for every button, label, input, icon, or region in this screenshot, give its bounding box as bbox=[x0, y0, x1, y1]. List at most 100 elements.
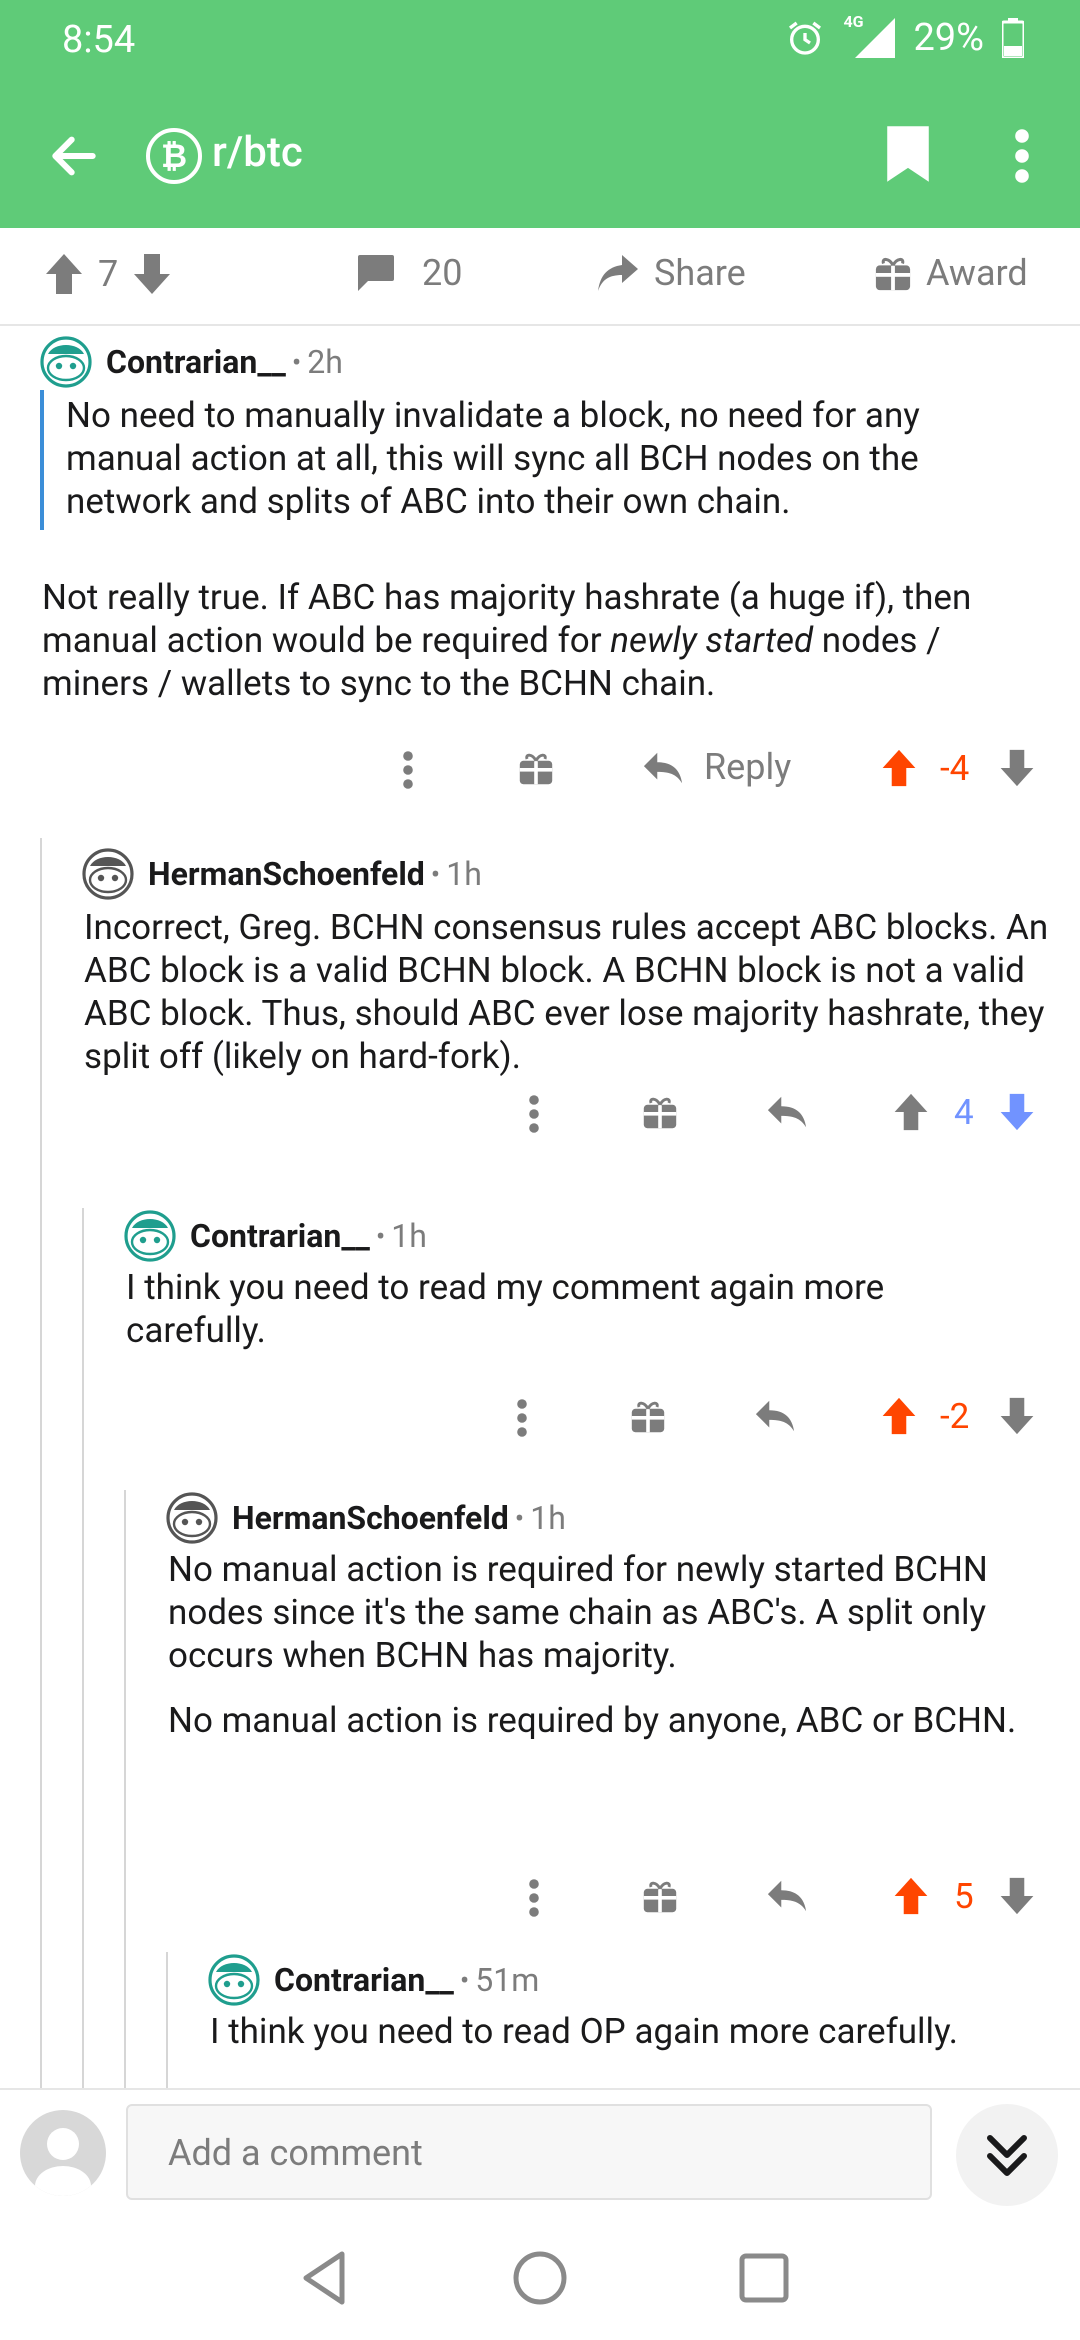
separator-dot: • bbox=[430, 857, 441, 891]
upvote-icon[interactable] bbox=[880, 1396, 918, 1436]
separator-dot: • bbox=[459, 1963, 470, 1997]
gift-icon[interactable] bbox=[642, 1094, 678, 1130]
comment-score: -2 bbox=[940, 1396, 970, 1437]
status-time: 8:54 bbox=[62, 18, 136, 62]
gift-icon[interactable] bbox=[630, 1398, 666, 1434]
comment-text-emphasis: newly started bbox=[610, 620, 814, 661]
more-options-icon[interactable] bbox=[526, 1094, 542, 1134]
add-comment-input[interactable]: Add a comment bbox=[126, 2104, 932, 2200]
battery-level: 29% bbox=[913, 16, 984, 60]
comment-score: -4 bbox=[940, 748, 970, 789]
reply-button[interactable]: Reply bbox=[704, 746, 791, 788]
comment-paragraph: No manual action is required for newly s… bbox=[168, 1549, 988, 1676]
avatar[interactable] bbox=[40, 336, 92, 388]
post-vote-group: 7 bbox=[44, 252, 172, 296]
subreddit-name[interactable]: r/btc bbox=[212, 128, 303, 177]
comment-paragraph: No manual action is required by anyone, … bbox=[168, 1700, 1017, 1741]
gift-icon[interactable] bbox=[518, 750, 554, 786]
comment-body: Not really true. If ABC has majority has… bbox=[42, 576, 1042, 705]
avatar[interactable] bbox=[82, 848, 134, 900]
comment-author[interactable]: HermanSchoenfeld bbox=[232, 1499, 509, 1537]
status-icons: 4G 29% bbox=[785, 12, 1024, 60]
comment-actions: 5 bbox=[0, 1868, 1080, 1928]
downvote-icon[interactable] bbox=[998, 1092, 1036, 1132]
comment-score: 4 bbox=[954, 1092, 974, 1133]
comment-meta: Contrarian__ • 2h bbox=[40, 336, 343, 388]
double-chevron-down-icon bbox=[987, 2135, 1027, 2176]
comment-score: 5 bbox=[954, 1876, 974, 1917]
more-options-icon[interactable] bbox=[526, 1878, 542, 1918]
reply-icon[interactable] bbox=[642, 750, 684, 786]
avatar[interactable] bbox=[166, 1492, 218, 1544]
downvote-icon[interactable] bbox=[998, 748, 1036, 788]
upvote-icon[interactable] bbox=[892, 1092, 930, 1132]
reply-icon[interactable] bbox=[766, 1094, 808, 1130]
upvote-icon[interactable] bbox=[880, 748, 918, 788]
upvote-icon[interactable] bbox=[44, 252, 84, 296]
post-action-bar: 7 20 Share Award bbox=[0, 228, 1080, 326]
comment-author[interactable]: Contrarian__ bbox=[106, 343, 286, 381]
comment-4: HermanSchoenfeld • 1h No manual action i… bbox=[0, 1492, 1080, 1932]
comment-thread: Contrarian__ • 2h No need to manually in… bbox=[0, 328, 1080, 2088]
downvote-icon[interactable] bbox=[998, 1396, 1036, 1436]
comment-age: 51m bbox=[475, 1961, 540, 1999]
avatar[interactable] bbox=[208, 1954, 260, 2006]
reply-icon[interactable] bbox=[766, 1878, 808, 1914]
nav-back-icon[interactable] bbox=[294, 2248, 354, 2308]
nav-recents-icon[interactable] bbox=[734, 2248, 794, 2308]
comment-body: Incorrect, Greg. BCHN consensus rules ac… bbox=[84, 907, 1049, 1077]
alarm-icon bbox=[789, 21, 822, 55]
award-button[interactable]: Award bbox=[874, 252, 1028, 294]
award-label: Award bbox=[926, 252, 1028, 294]
comment-actions: 4 bbox=[0, 1084, 1080, 1144]
gift-icon[interactable] bbox=[642, 1878, 678, 1914]
comment-author[interactable]: HermanSchoenfeld bbox=[148, 855, 425, 893]
comment-author[interactable]: Contrarian__ bbox=[274, 1961, 454, 1999]
signal-icon: 4G bbox=[843, 12, 896, 58]
bookmark-icon[interactable] bbox=[884, 124, 932, 184]
quoted-text: No need to manually invalidate a block, … bbox=[66, 395, 920, 522]
post-comments-button[interactable]: 20 bbox=[354, 252, 462, 294]
separator-dot: • bbox=[514, 1501, 525, 1535]
comment-icon bbox=[358, 255, 394, 291]
share-icon bbox=[598, 255, 638, 291]
nav-home-icon[interactable] bbox=[510, 2248, 570, 2308]
avatar[interactable] bbox=[124, 1210, 176, 1262]
share-label: Share bbox=[654, 252, 746, 294]
subreddit-icon[interactable]: ₿ bbox=[146, 128, 202, 184]
downvote-icon[interactable] bbox=[998, 1876, 1036, 1916]
comment-author[interactable]: Contrarian__ bbox=[190, 1217, 370, 1255]
app-header: 8:54 4G 29% ₿ r/btc bbox=[0, 0, 1080, 228]
comment-body: I think you need to read my comment agai… bbox=[126, 1267, 885, 1351]
separator-dot: • bbox=[291, 345, 302, 379]
comment-2: HermanSchoenfeld • 1h Incorrect, Greg. B… bbox=[0, 840, 1080, 1160]
comment-age: 1h bbox=[530, 1499, 566, 1537]
share-button[interactable]: Share bbox=[596, 252, 746, 294]
more-options-icon[interactable] bbox=[514, 1398, 530, 1438]
comment-count: 20 bbox=[422, 252, 463, 294]
comment-body: No manual action is required for newly s… bbox=[168, 1548, 1068, 1742]
back-arrow-icon[interactable] bbox=[46, 128, 102, 184]
system-nav-bar bbox=[0, 2218, 1080, 2340]
upvote-icon[interactable] bbox=[892, 1876, 930, 1916]
comment-age: 2h bbox=[307, 343, 343, 381]
user-avatar[interactable] bbox=[20, 2110, 106, 2196]
comment-meta: HermanSchoenfeld • 1h bbox=[166, 1492, 566, 1544]
more-options-icon[interactable] bbox=[1010, 128, 1034, 184]
comment-age: 1h bbox=[446, 855, 482, 893]
collapse-button[interactable] bbox=[956, 2104, 1058, 2206]
comment-actions: Reply -4 bbox=[0, 740, 1080, 800]
comment-meta: Contrarian__ • 1h bbox=[124, 1210, 427, 1262]
comment-age: 1h bbox=[391, 1217, 427, 1255]
quote-bar bbox=[40, 390, 44, 530]
user-icon bbox=[35, 2128, 91, 2196]
gift-icon bbox=[875, 257, 911, 291]
downvote-icon[interactable] bbox=[132, 252, 172, 296]
reply-icon[interactable] bbox=[754, 1398, 796, 1434]
toolbar: ₿ r/btc bbox=[0, 110, 1080, 200]
more-options-icon[interactable] bbox=[400, 750, 416, 790]
comment-meta: HermanSchoenfeld • 1h bbox=[82, 848, 482, 900]
comment-1: Contrarian__ • 2h No need to manually in… bbox=[0, 328, 1080, 808]
comment-body: I think you need to read OP again more c… bbox=[210, 2011, 959, 2052]
comment-meta: Contrarian__ • 51m bbox=[208, 1954, 539, 2006]
